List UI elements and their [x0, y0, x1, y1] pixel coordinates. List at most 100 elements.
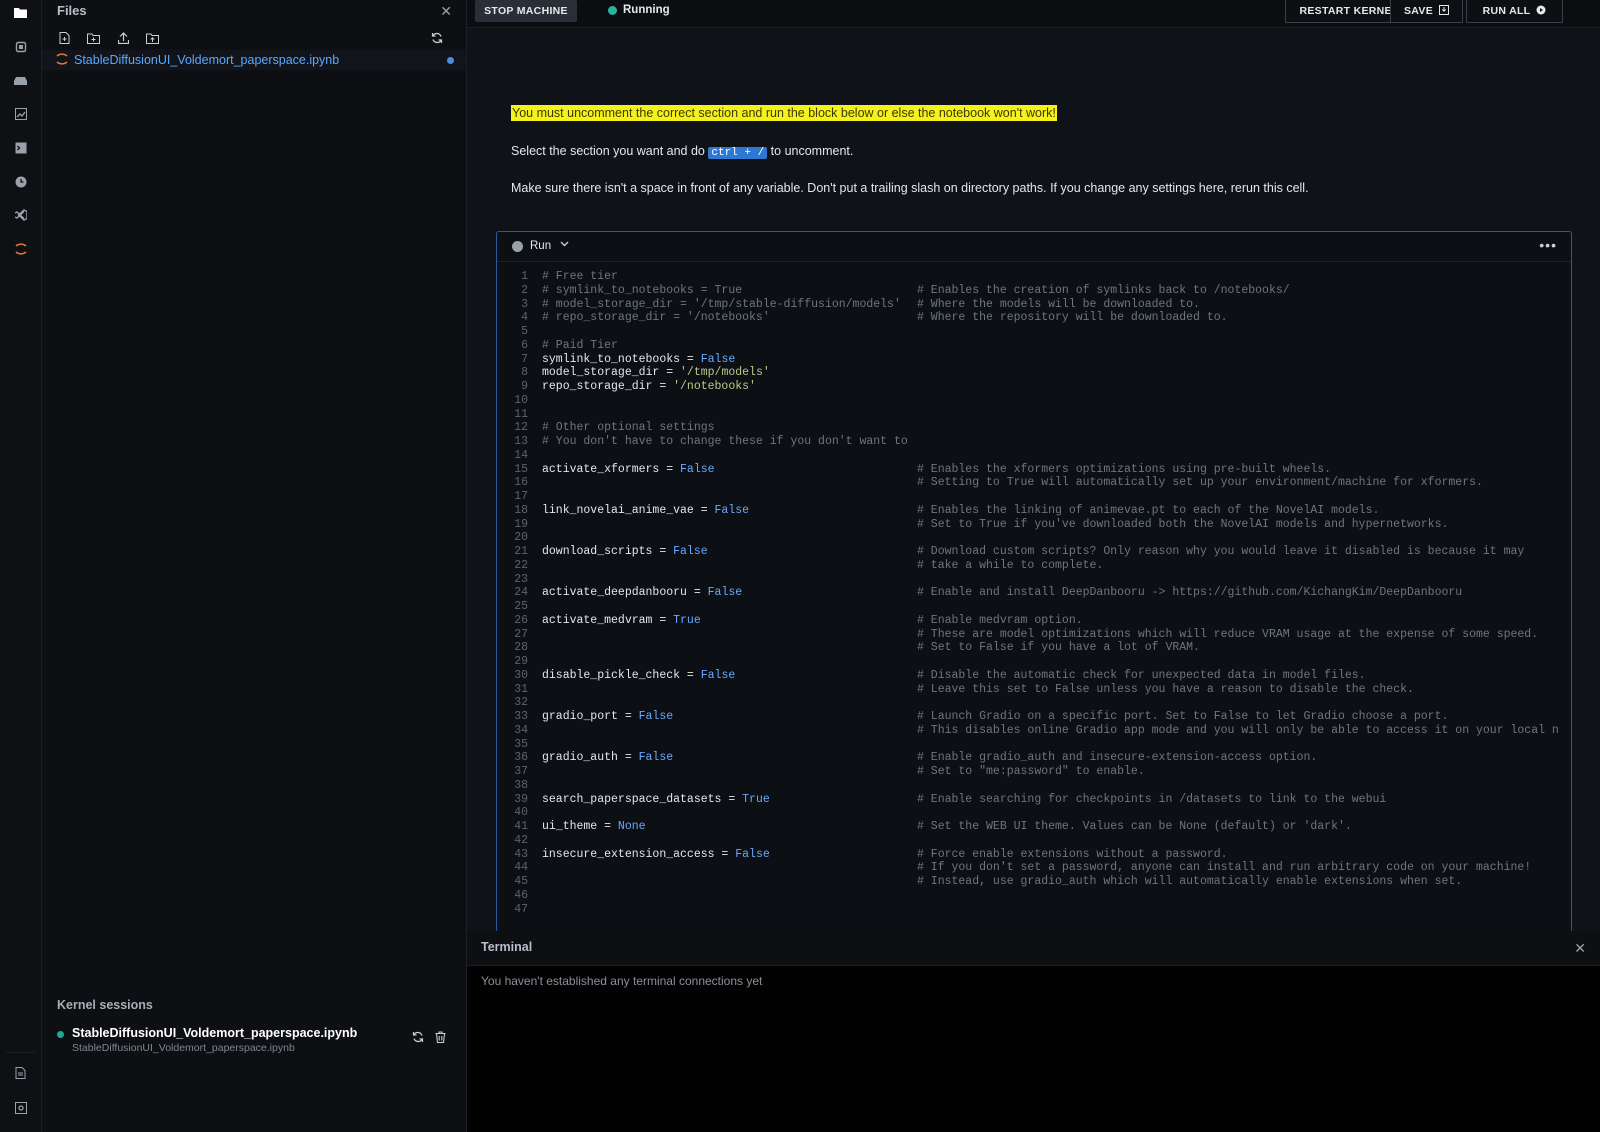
line-number: 21 [514, 545, 528, 558]
refresh-icon[interactable] [428, 30, 446, 46]
clock-icon[interactable] [10, 171, 31, 192]
close-icon[interactable]: ✕ [1574, 940, 1586, 957]
cell-toolbar: Run ••• [497, 232, 1571, 262]
settings-icon[interactable] [10, 1097, 31, 1118]
rail-divider [6, 1052, 35, 1053]
line-number: 42 [514, 833, 528, 847]
stack-icon[interactable] [10, 69, 31, 90]
line-number: 3 [521, 297, 528, 311]
line-number: 32 [514, 696, 528, 710]
code-line[interactable]: # You don't have to change these if you … [542, 435, 908, 448]
save-button[interactable]: SAVE [1390, 0, 1463, 23]
code-line[interactable]: model_storage_dir = '/tmp/models' [542, 366, 770, 379]
code-line[interactable]: # symlink_to_notebooks = True [542, 284, 742, 297]
line-number: 46 [514, 888, 528, 902]
line-number: 30 [514, 668, 528, 682]
close-icon[interactable]: ✕ [440, 3, 452, 20]
vscode-icon[interactable] [10, 204, 31, 225]
code-line[interactable]: activate_xformers = False [542, 463, 715, 476]
line-number: 38 [514, 778, 528, 792]
terminal-panel: Terminal ✕ You haven't established any t… [467, 931, 1600, 1132]
code-comment: # Disable the automatic check for unexpe… [917, 668, 1366, 682]
line-number: 8 [521, 366, 528, 380]
code-line[interactable]: activate_medvram = True [542, 614, 701, 627]
code-line[interactable]: disable_pickle_check = False [542, 669, 735, 682]
folder-upload-icon[interactable] [143, 30, 161, 46]
code-comment: # Instead, use gradio_auth which will au… [917, 875, 1463, 888]
line-number: 9 [521, 380, 528, 393]
code-line[interactable]: # Free tier [542, 270, 618, 283]
code-cell[interactable]: Run ••• 1 # Free tier 2 # symlink_to_notebo… [496, 231, 1572, 932]
line-number: 45 [514, 875, 528, 888]
line-number: 44 [514, 861, 528, 875]
code-comment: # Set to True if you've downloaded both … [917, 517, 1449, 531]
markdown-warning: You must uncomment the correct section a… [511, 105, 1057, 121]
chart-icon[interactable] [10, 103, 31, 124]
line-number: 31 [514, 682, 528, 696]
code-line[interactable]: ui_theme = None [542, 820, 646, 833]
top-bar: STOP MACHINE Running RESTART KERNEL SAVE… [467, 0, 1600, 28]
save-icon [1439, 4, 1449, 18]
folder-icon[interactable] [10, 2, 31, 23]
line-number: 34 [514, 723, 528, 737]
run-icon[interactable] [512, 241, 523, 252]
code-line[interactable]: symlink_to_notebooks = False [542, 353, 735, 366]
line-number: 11 [514, 407, 528, 421]
code-line[interactable]: gradio_auth = False [542, 751, 673, 764]
line-number: 35 [514, 737, 528, 751]
code-line[interactable]: download_scripts = False [542, 545, 708, 558]
code-comment: # Where the repository will be downloade… [917, 311, 1228, 325]
code-comment: # Set the WEB UI theme. Values can be No… [917, 820, 1352, 833]
code-comment: # take a while to complete. [917, 558, 1104, 572]
run-all-label: RUN ALL [1482, 5, 1531, 17]
code-line[interactable]: repo_storage_dir = '/notebooks' [542, 380, 756, 393]
line-number: 47 [514, 902, 528, 916]
chevron-down-icon[interactable] [560, 239, 569, 250]
code-line[interactable]: insecure_extension_access = False [542, 848, 770, 861]
kernel-session-name[interactable]: StableDiffusionUI_Voldemort_paperspace.i… [72, 1026, 357, 1040]
code-comment: # Enables the xformers optimizations usi… [917, 462, 1332, 476]
run-all-button[interactable]: RUN ALL [1466, 0, 1563, 23]
new-file-icon[interactable] [55, 30, 73, 46]
line-number: 15 [514, 462, 528, 476]
chip-icon[interactable] [10, 36, 31, 57]
file-name[interactable]: StableDiffusionUI_Voldemort_paperspace.i… [74, 53, 339, 67]
line-number: 7 [521, 352, 528, 366]
code-comment: # Leave this set to False unless you hav… [917, 682, 1414, 696]
trash-icon[interactable] [432, 1029, 448, 1045]
notebook-file-icon [56, 52, 68, 69]
restart-kernel-label: RESTART KERNEL [1299, 5, 1399, 17]
code-line[interactable]: # Other optional settings [542, 421, 715, 434]
code-line[interactable]: gradio_port = False [542, 710, 673, 723]
code-comment: # Set to False if you have a lot of VRAM… [917, 641, 1200, 655]
line-number: 17 [514, 490, 528, 503]
terminal-icon[interactable] [10, 137, 31, 158]
run-button[interactable]: Run [530, 240, 551, 252]
code-line[interactable]: # model_storage_dir = '/tmp/stable-diffu… [542, 298, 901, 311]
highlighted-warning: You must uncomment the correct section a… [511, 105, 1057, 121]
code-line[interactable]: search_paperspace_datasets = True [542, 793, 770, 806]
code-line[interactable]: activate_deepdanbooru = False [542, 586, 742, 599]
restart-session-icon[interactable] [410, 1029, 426, 1045]
line-number: 25 [514, 600, 528, 613]
code-line[interactable]: link_novelai_anime_vae = False [542, 504, 749, 517]
machine-status: Running [623, 4, 670, 16]
more-options-icon[interactable]: ••• [1539, 237, 1557, 253]
code-comment: # Enables the creation of symlinks back … [917, 283, 1290, 297]
stop-machine-button[interactable]: STOP MACHINE [475, 0, 577, 22]
line-number: 40 [514, 806, 528, 820]
new-folder-icon[interactable] [84, 30, 102, 46]
line-number: 18 [514, 503, 528, 517]
document-icon[interactable] [10, 1062, 31, 1083]
line-number: 27 [514, 627, 528, 641]
upload-icon[interactable] [114, 30, 132, 46]
code-line[interactable]: # repo_storage_dir = '/notebooks' [542, 311, 770, 324]
code-comment: # If you don't set a password, anyone ca… [917, 861, 1532, 875]
files-title: Files [57, 3, 87, 18]
play-circle-icon [1536, 5, 1546, 18]
code-line[interactable]: # Paid Tier [542, 339, 618, 352]
line-number: 4 [521, 311, 528, 325]
select-text-pre: Select the section you want and do [511, 144, 705, 158]
jupyter-icon[interactable] [10, 238, 31, 259]
file-item[interactable]: StableDiffusionUI_Voldemort_paperspace.i… [42, 50, 466, 70]
